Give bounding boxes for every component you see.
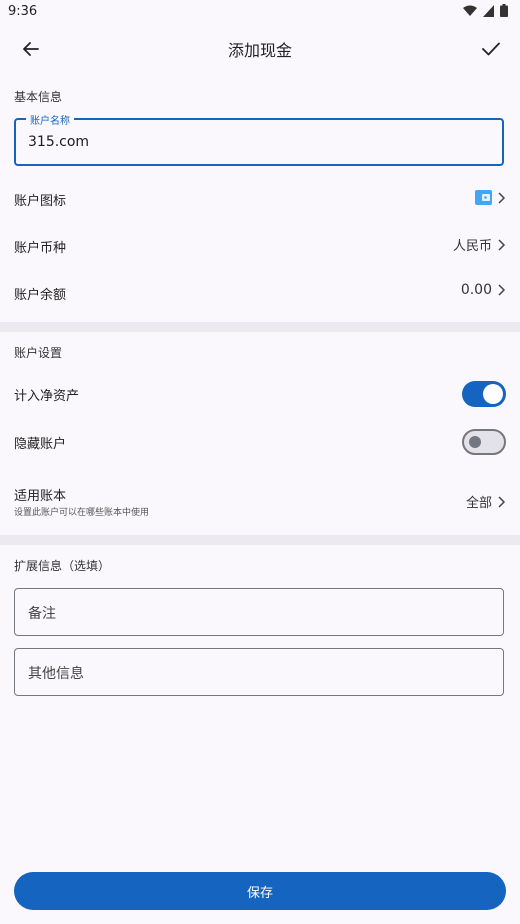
applicable-books-label: 适用账本 bbox=[14, 489, 67, 504]
account-currency-row[interactable]: 账户币种 人民币 bbox=[0, 223, 520, 269]
account-icon-label: 账户图标 bbox=[14, 194, 67, 209]
other-info-field[interactable]: 其他信息 bbox=[14, 648, 504, 696]
check-icon bbox=[482, 42, 500, 56]
status-icons bbox=[463, 4, 508, 17]
applicable-books-value: 全部 bbox=[465, 496, 492, 511]
section-divider bbox=[0, 535, 520, 545]
confirm-button[interactable] bbox=[478, 36, 504, 62]
save-button[interactable]: 保存 bbox=[14, 872, 506, 910]
account-name-label: 账户名称 bbox=[26, 112, 74, 127]
wallet-icon bbox=[475, 190, 492, 205]
signal-icon bbox=[483, 4, 494, 17]
chevron-right-icon bbox=[498, 191, 506, 204]
net-assets-label: 计入净资产 bbox=[14, 389, 80, 404]
chevron-right-icon bbox=[498, 238, 506, 251]
account-balance-value: 0.00 bbox=[460, 282, 492, 298]
account-currency-label: 账户币种 bbox=[14, 241, 67, 256]
toggle-knob bbox=[469, 436, 481, 448]
hide-account-row: 隐藏账户 bbox=[0, 419, 520, 465]
account-icon-row[interactable]: 账户图标 bbox=[0, 176, 520, 222]
note-field[interactable]: 备注 bbox=[14, 588, 504, 636]
account-currency-value: 人民币 bbox=[452, 239, 492, 254]
account-icon-value bbox=[475, 190, 506, 205]
section-divider bbox=[0, 322, 520, 332]
extended-info-heading: 扩展信息（选填） bbox=[14, 559, 111, 573]
basic-info-heading: 基本信息 bbox=[14, 90, 63, 104]
battery-icon bbox=[500, 4, 508, 17]
wifi-icon bbox=[463, 5, 477, 16]
account-balance-value-wrap: 0.00 bbox=[461, 282, 506, 298]
hide-account-toggle[interactable] bbox=[462, 429, 506, 455]
account-name-field[interactable]: 账户名称 315.com bbox=[14, 112, 504, 166]
account-name-value: 315.com bbox=[28, 134, 90, 150]
applicable-books-row[interactable]: 适用账本 设置此账户可以在哪些账本中使用 全部 bbox=[0, 472, 520, 528]
hide-account-label: 隐藏账户 bbox=[14, 437, 67, 452]
account-balance-label: 账户余额 bbox=[14, 288, 67, 303]
applicable-books-value-wrap: 全部 bbox=[466, 492, 506, 511]
account-balance-row[interactable]: 账户余额 0.00 bbox=[0, 270, 520, 316]
net-assets-toggle[interactable] bbox=[462, 381, 506, 407]
net-assets-row: 计入净资产 bbox=[0, 371, 520, 417]
app-bar: 添加现金 bbox=[0, 24, 520, 72]
chevron-right-icon bbox=[498, 495, 506, 508]
note-placeholder: 备注 bbox=[28, 606, 56, 622]
account-settings-heading: 账户设置 bbox=[14, 346, 63, 360]
page-title: 添加现金 bbox=[227, 41, 292, 60]
status-time: 9:36 bbox=[8, 4, 38, 19]
chevron-right-icon bbox=[498, 284, 506, 296]
status-bar: 9:36 bbox=[0, 0, 520, 24]
toggle-knob bbox=[483, 384, 503, 404]
applicable-books-subtitle: 设置此账户可以在哪些账本中使用 bbox=[14, 508, 150, 518]
account-currency-value-wrap: 人民币 bbox=[453, 235, 506, 254]
other-info-placeholder: 其他信息 bbox=[28, 666, 84, 682]
